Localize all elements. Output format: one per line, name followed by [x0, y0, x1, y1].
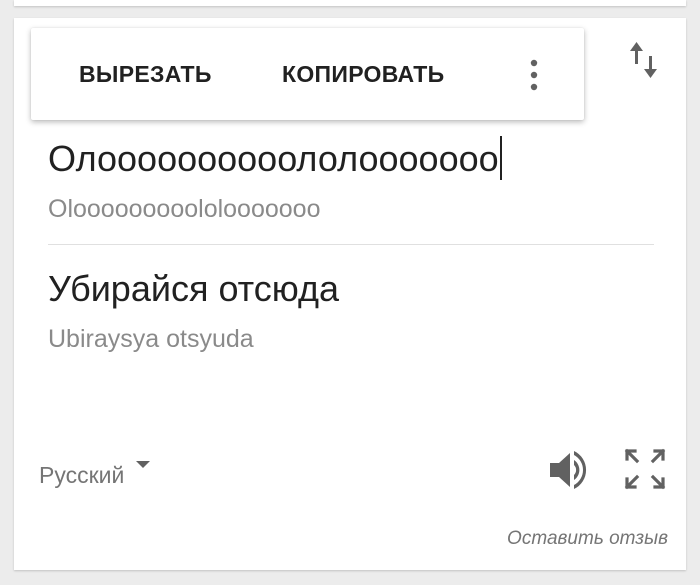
fullscreen-icon[interactable]	[624, 448, 666, 490]
send-feedback-link[interactable]: Оставить отзыв	[507, 526, 668, 552]
dropdown-arrow-icon	[136, 461, 151, 469]
source-transliteration: Olooooooooololooooooo	[48, 195, 321, 223]
target-language-label: Русский	[39, 462, 125, 488]
previous-card-edge	[14, 0, 686, 6]
source-text-value: Олоооооооооололооооооо	[48, 138, 499, 179]
cut-button[interactable]: ВЫРЕЗАТЬ	[79, 58, 212, 90]
more-vert-icon[interactable]	[519, 58, 549, 92]
translation-transliteration: Ubiraysya otsyuda	[48, 325, 254, 353]
swap-languages-icon[interactable]	[628, 40, 662, 80]
translation-result: Убирайся отсюда	[48, 268, 340, 309]
text-cursor	[499, 136, 502, 180]
text-selection-context-menu: ВЫРЕЗАТЬ КОПИРОВАТЬ	[31, 28, 584, 120]
source-text-input[interactable]: Олоооооооооололооооооо	[48, 136, 502, 182]
target-language-select[interactable]: Русский	[39, 458, 151, 492]
copy-button[interactable]: КОПИРОВАТЬ	[282, 58, 444, 90]
volume-up-icon[interactable]	[546, 448, 590, 492]
divider	[48, 244, 654, 245]
